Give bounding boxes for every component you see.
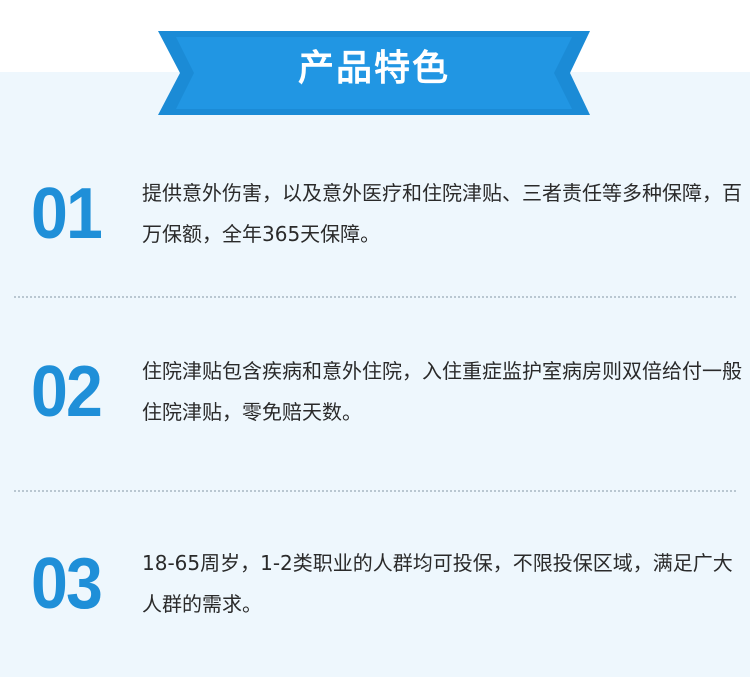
- feature-number: 03: [31, 544, 103, 624]
- feature-number: 01: [31, 174, 103, 254]
- divider: [14, 490, 736, 492]
- section-title: 产品特色: [297, 48, 450, 89]
- feature-description: 提供意外伤害，以及意外医疗和住院津贴、三者责任等多种保障，百万保额，全年365天…: [142, 181, 742, 246]
- feature-description: 18-65周岁，1-2类职业的人群均可投保，不限投保区域，满足广大人群的需求。: [142, 551, 733, 616]
- section-banner: 产品特色: [158, 27, 590, 117]
- divider: [14, 296, 736, 298]
- feature-description: 住院津贴包含疾病和意外住院，入住重症监护室病房则双倍给付一般住院津贴，零免赔天数…: [142, 359, 742, 424]
- feature-number: 02: [31, 352, 103, 432]
